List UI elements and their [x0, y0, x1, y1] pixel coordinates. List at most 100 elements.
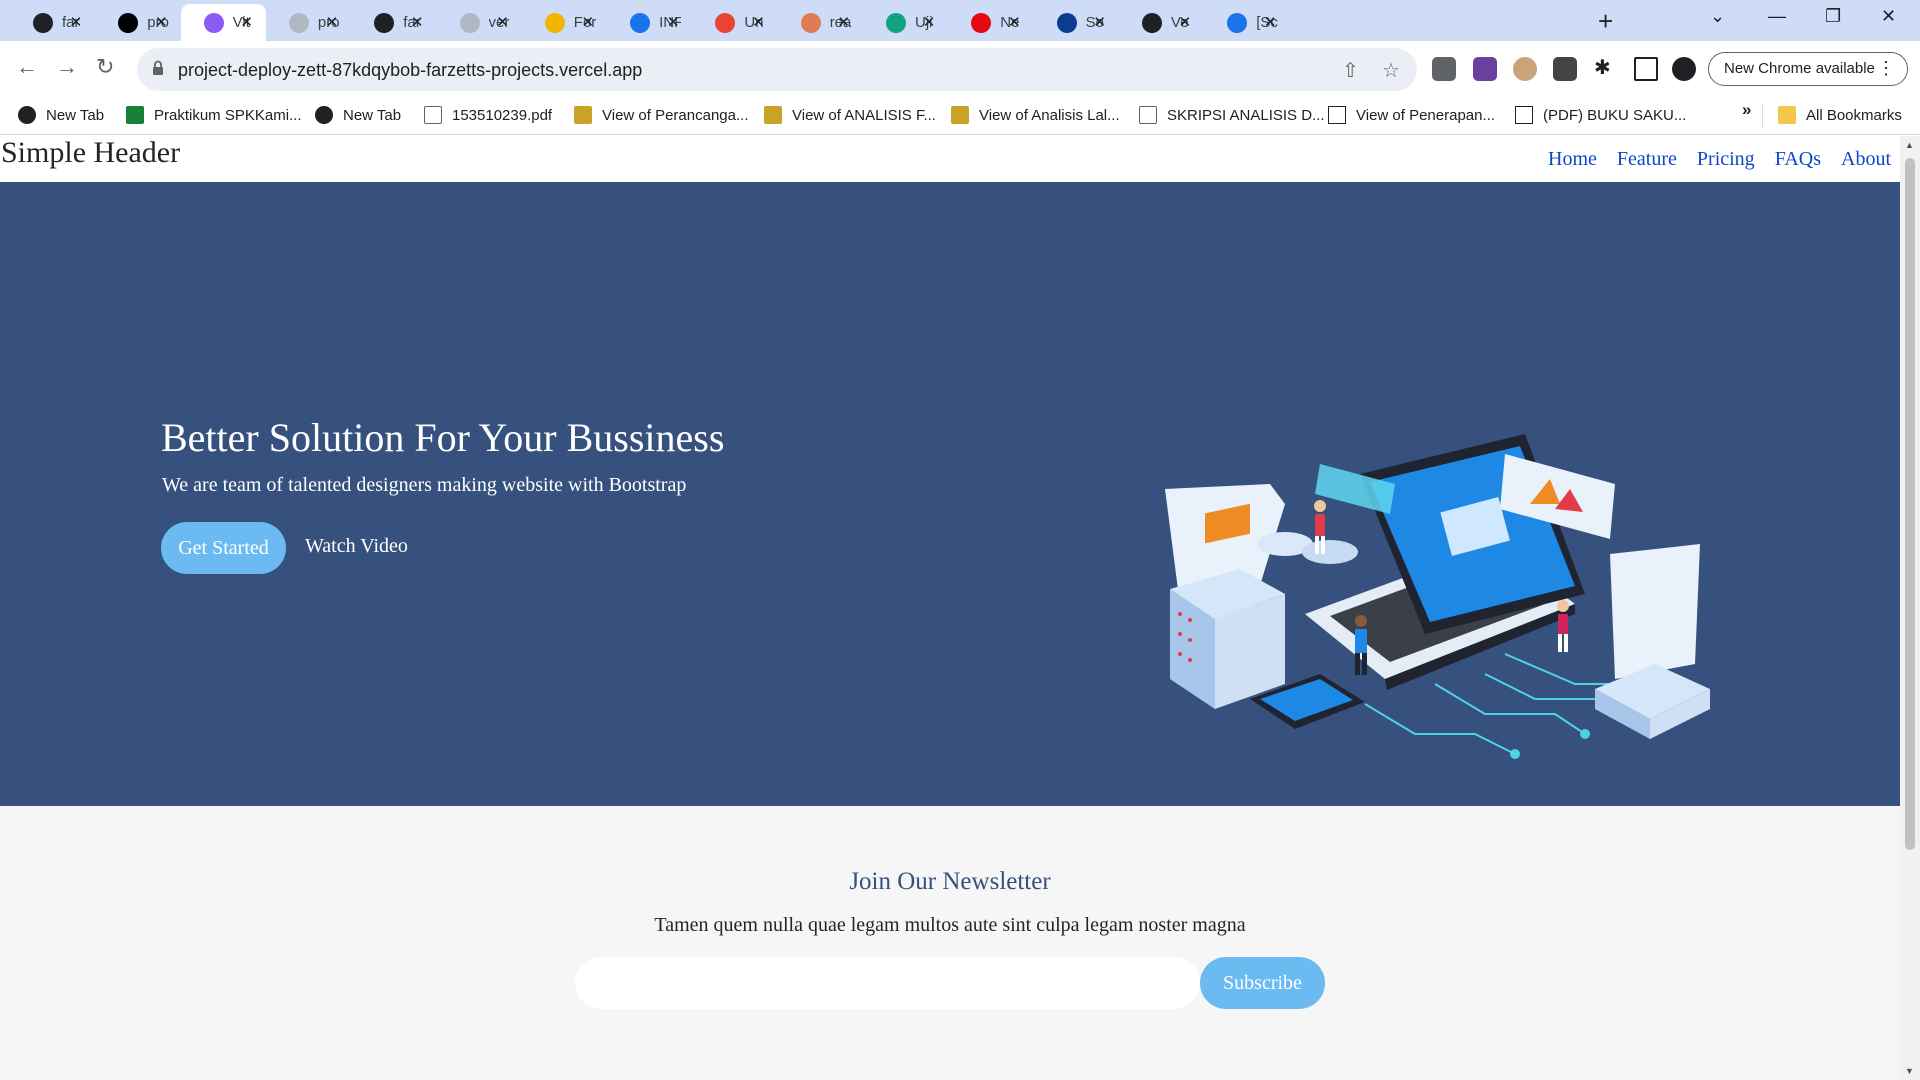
browser-tab[interactable]: For ✕: [522, 4, 607, 41]
tab-close-icon[interactable]: ✕: [240, 13, 253, 31]
tab-close-icon[interactable]: ✕: [837, 13, 850, 31]
browser-tab[interactable]: far ✕: [10, 4, 95, 41]
scroll-up-icon[interactable]: ▲: [1905, 140, 1914, 150]
tab-close-icon[interactable]: ✕: [582, 13, 595, 31]
classroom-icon: [544, 12, 565, 33]
gmail-icon: [715, 12, 736, 33]
hero-subtitle: We are team of talented designers making…: [162, 474, 687, 496]
menu-dots-icon[interactable]: ⋮: [1877, 58, 1895, 79]
browser-tab[interactable]: Un ✕: [692, 4, 777, 41]
side-panel-icon[interactable]: [1634, 57, 1658, 81]
nav-pricing[interactable]: Pricing: [1697, 148, 1755, 171]
more-bookmarks-icon[interactable]: »: [1742, 100, 1751, 120]
tab-close-icon[interactable]: ✕: [326, 13, 339, 31]
bookmark-item[interactable]: Praktikum SPKKami...: [126, 106, 302, 124]
tab-close-icon[interactable]: ✕: [1008, 13, 1021, 31]
netflix-icon: [971, 12, 992, 33]
extensions-puzzle-icon[interactable]: ✱: [1594, 55, 1611, 80]
new-chrome-available-button[interactable]: New Chrome available ⋮: [1708, 52, 1908, 86]
bar-icon: [1141, 12, 1162, 33]
browser-tab[interactable]: [Sc ✕: [1204, 4, 1289, 41]
browser-tab[interactable]: ver ✕: [437, 4, 522, 41]
minimize-icon[interactable]: —: [1768, 6, 1786, 27]
browser-tab[interactable]: pro ✕: [266, 4, 351, 41]
tab-close-icon[interactable]: ✕: [155, 13, 168, 31]
nav-feature[interactable]: Feature: [1617, 148, 1677, 171]
address-bar[interactable]: project-deploy-zett-87kdqybob-farzetts-p…: [137, 48, 1417, 91]
restore-icon[interactable]: ❐: [1825, 6, 1841, 27]
browser-tab[interactable]: far ✕: [351, 4, 436, 41]
bookmark-item[interactable]: 153510239.pdf: [424, 106, 552, 124]
hero-laptop-illustration: [1165, 434, 1710, 759]
bookmark-item[interactable]: View of Perancanga...: [574, 106, 748, 124]
bookmark-item[interactable]: New Tab: [18, 106, 104, 124]
all-bookmarks[interactable]: All Bookmarks: [1778, 106, 1902, 124]
openai-icon: [886, 12, 906, 33]
pkp-icon: [1328, 106, 1346, 124]
profile-avatar[interactable]: [1672, 57, 1696, 81]
nav-home[interactable]: Home: [1548, 148, 1597, 171]
bookmark-item[interactable]: View of Penerapan...: [1328, 106, 1495, 124]
bookmark-item[interactable]: View of Analisis Lal...: [951, 106, 1120, 124]
tab-close-icon[interactable]: ✕: [411, 13, 424, 31]
bookmark-label: View of Analisis Lal...: [979, 106, 1120, 124]
bookmark-label: New Tab: [46, 106, 105, 124]
browser-tab[interactable]: So ✕: [1034, 4, 1119, 41]
feather-icon: [800, 12, 821, 33]
lock-icon[interactable]: [152, 60, 164, 76]
site-brand[interactable]: Simple Header: [1, 136, 180, 170]
browser-tab[interactable]: rea ✕: [778, 4, 863, 41]
bookmark-star-icon[interactable]: ☆: [1382, 58, 1400, 83]
hero-section: Better Solution For Your Bussiness We ar…: [0, 182, 1900, 806]
journal-icon: [951, 106, 969, 124]
bookmark-item[interactable]: View of ANALISIS F...: [764, 106, 936, 124]
extension-purple-icon[interactable]: [1473, 57, 1497, 81]
tab-close-icon[interactable]: ✕: [1093, 13, 1106, 31]
extension-se-icon[interactable]: [1553, 57, 1577, 81]
contacts-icon: [630, 12, 651, 33]
forward-icon[interactable]: →: [56, 54, 78, 80]
page-scrollbar[interactable]: ▲ ▼: [1900, 136, 1920, 1080]
tab-close-icon[interactable]: ✕: [496, 13, 509, 31]
watch-video-link[interactable]: Watch Video: [305, 535, 408, 558]
nav-faqs[interactable]: FAQs: [1775, 148, 1821, 171]
share-icon[interactable]: ⇧: [1342, 58, 1359, 83]
reload-icon[interactable]: ↻: [96, 54, 114, 80]
bookmark-item[interactable]: (PDF) BUKU SAKU...: [1515, 106, 1686, 124]
browser-tab[interactable]: Uji ✕: [863, 4, 948, 41]
extension-np-icon[interactable]: [1432, 57, 1456, 81]
document-icon: [424, 106, 442, 124]
browser-tab[interactable]: INF ✕: [607, 4, 692, 41]
bookmark-item[interactable]: SKRIPSI ANALISIS D...: [1139, 106, 1325, 124]
tab-close-icon[interactable]: ✕: [1264, 13, 1277, 31]
bookmark-label: View of ANALISIS F...: [792, 106, 936, 124]
tab-search-chevron-icon[interactable]: ⌄: [1710, 6, 1725, 27]
browser-tab[interactable]: Ve ✕: [1119, 4, 1204, 41]
web-page: Simple Header Home Feature Pricing FAQs …: [0, 136, 1900, 1080]
scroll-down-icon[interactable]: ▼: [1905, 1066, 1914, 1076]
browser-tab[interactable]: Vit ✕: [180, 4, 266, 41]
journal-icon: [764, 106, 782, 124]
nav-about[interactable]: About: [1841, 148, 1891, 171]
get-started-button[interactable]: Get Started: [161, 522, 286, 574]
tab-close-icon[interactable]: ✕: [70, 13, 83, 31]
tab-strip: far ✕ pro ✕ Vit ✕ pro ✕ far ✕ ver ✕ For ✕ INF ✕ Un ✕ rea ✕ U…: [0, 0, 1920, 41]
subscribe-button[interactable]: Subscribe: [1200, 957, 1325, 1009]
document-icon: [1139, 106, 1157, 124]
tab-close-icon[interactable]: ✕: [1179, 13, 1192, 31]
extension-face-icon[interactable]: [1513, 57, 1537, 81]
browser-tab[interactable]: Ne ✕: [948, 4, 1033, 41]
back-icon[interactable]: ←: [16, 54, 38, 80]
browser-tab[interactable]: pro ✕: [95, 4, 180, 41]
newsletter-email-input[interactable]: [575, 957, 1200, 1009]
vercel-icon: [118, 12, 139, 33]
tab-close-icon[interactable]: ✕: [667, 13, 680, 31]
canva-icon: [1227, 12, 1248, 33]
tab-close-icon[interactable]: ✕: [923, 13, 936, 31]
bookmark-label: New Tab: [343, 106, 402, 124]
close-window-icon[interactable]: ✕: [1881, 6, 1896, 27]
scroll-thumb[interactable]: [1905, 158, 1915, 850]
tab-close-icon[interactable]: ✕: [752, 13, 765, 31]
bookmark-item[interactable]: New Tab: [315, 106, 401, 124]
new-tab-button[interactable]: +: [1598, 6, 1613, 37]
